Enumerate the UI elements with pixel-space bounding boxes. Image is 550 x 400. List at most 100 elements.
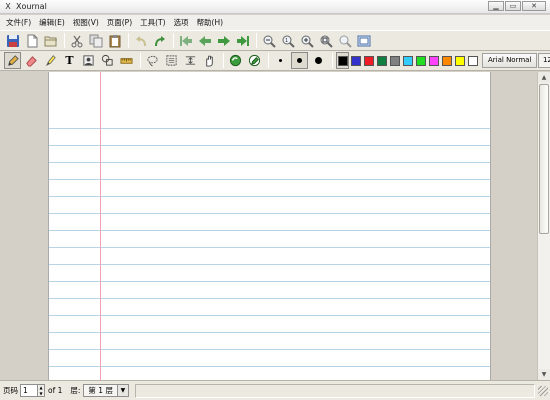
shape-recognizer-button[interactable] [99,52,116,69]
toolbar-separator [128,33,129,48]
font-size-field[interactable]: 12 [538,53,550,68]
pen-tool-button[interactable] [4,52,21,69]
document-canvas[interactable] [3,72,536,380]
thickness-medium-button[interactable] [291,52,308,69]
menu-options[interactable]: 选项 [174,16,189,30]
new-document-button[interactable] [23,32,40,49]
zoom-set-icon [339,35,352,48]
fine-dot-icon [279,59,282,62]
copy-button[interactable] [87,32,104,49]
vertical-space-button[interactable] [182,52,199,69]
menu-file[interactable]: 文件(F) [6,16,31,30]
hand-tool-button[interactable] [201,52,218,69]
previous-page-button[interactable] [196,32,213,49]
default-tool-icon [229,54,242,67]
minimize-button[interactable]: ▁ [488,1,504,11]
color-button[interactable] [336,52,349,69]
zoom-fit-button[interactable] [317,32,334,49]
color-swatch-icon [467,55,478,66]
text-tool-button[interactable]: T [61,52,78,69]
color-swatch-icon [402,55,413,66]
rect-select-button[interactable] [163,52,180,69]
toolbar-separator [332,53,333,68]
next-page-icon [217,35,230,46]
menu-help[interactable]: 帮助(H) [197,16,224,30]
color-button[interactable] [349,52,362,69]
zoom-normal-button[interactable]: 1 [279,32,296,49]
default-pen-button[interactable] [246,52,263,69]
zoom-normal-icon: 1 [282,35,295,48]
color-button[interactable] [362,52,375,69]
scroll-down-icon[interactable]: ▼ [538,369,550,380]
color-swatch-icon [337,55,348,66]
chevron-down-icon: ▼ [116,385,128,396]
open-button[interactable] [42,32,59,49]
color-button[interactable] [427,52,440,69]
color-button[interactable] [414,52,427,69]
scroll-up-icon[interactable]: ▲ [538,72,550,83]
last-page-button[interactable] [234,32,251,49]
menu-page[interactable]: 页面(P) [107,16,132,30]
thick-dot-icon [315,57,322,64]
first-page-button[interactable] [177,32,194,49]
thickness-fine-button[interactable] [272,52,289,69]
page-number-input[interactable]: 1 [20,384,38,397]
image-icon [83,55,94,66]
color-button[interactable] [440,52,453,69]
maximize-button[interactable]: ▭ [505,1,521,11]
page-sheet[interactable] [48,72,491,380]
color-button[interactable] [453,52,466,69]
zoom-out-button[interactable] [260,32,277,49]
cut-button[interactable] [68,32,85,49]
paste-icon [109,34,120,47]
color-button[interactable] [466,52,479,69]
zoom-in-icon [301,35,314,48]
redo-button[interactable] [151,32,168,49]
toolbar-separator [256,33,257,48]
menu-edit[interactable]: 编辑(E) [39,16,65,30]
first-page-icon [179,35,192,46]
undo-button[interactable] [132,32,149,49]
ruler-button[interactable] [118,52,135,69]
color-button[interactable] [388,52,401,69]
color-button[interactable] [401,52,414,69]
font-button[interactable]: Arial Normal [482,53,538,68]
scrollbar-thumb[interactable] [539,84,549,234]
page-total: of 1 [48,386,63,395]
menu-view[interactable]: 视图(V) [73,16,99,30]
next-page-button[interactable] [215,32,232,49]
status-bar: 页码 1 ▲ ▼ of 1 层: 第 1 层 ▼ [0,380,550,400]
resize-grip-icon[interactable] [538,385,548,396]
copy-icon [89,34,102,47]
color-button[interactable] [375,52,388,69]
fullscreen-button[interactable] [355,32,372,49]
layer-select[interactable]: 第 1 层 ▼ [83,384,129,397]
color-swatch-icon [415,55,426,66]
pen-icon [8,55,19,66]
page-spinner[interactable]: ▲ ▼ [38,384,45,397]
zoom-set-button[interactable] [336,32,353,49]
image-tool-button[interactable] [80,52,97,69]
highlighter-tool-button[interactable] [42,52,59,69]
status-message [134,383,535,398]
paste-button[interactable] [106,32,123,49]
vertical-scrollbar[interactable]: ▲ ▼ [537,72,550,380]
menu-bar: 文件(F) 编辑(E) 视图(V) 页面(P) 工具(T) 选项 帮助(H) [0,15,550,30]
menu-tools[interactable]: 工具(T) [140,16,165,30]
lasso-select-button[interactable] [144,52,161,69]
toolbar-separator [64,33,65,48]
close-button[interactable]: ✕ [522,1,546,11]
thickness-thick-button[interactable] [310,52,327,69]
color-swatch-icon [363,55,374,66]
default-tool-button[interactable] [227,52,244,69]
save-button[interactable] [4,32,21,49]
zoom-in-button[interactable] [298,32,315,49]
svg-text:1: 1 [285,38,288,44]
tools-toolbar: T Arial Normal 12 [0,51,550,71]
rect-select-icon [166,55,177,66]
save-icon [6,34,19,47]
window-controls: ▁ ▭ ✕ [487,1,546,12]
title-bar: X Xournal ▁ ▭ ✕ [0,0,550,14]
toolbar-separator [140,53,141,68]
eraser-tool-button[interactable] [23,52,40,69]
